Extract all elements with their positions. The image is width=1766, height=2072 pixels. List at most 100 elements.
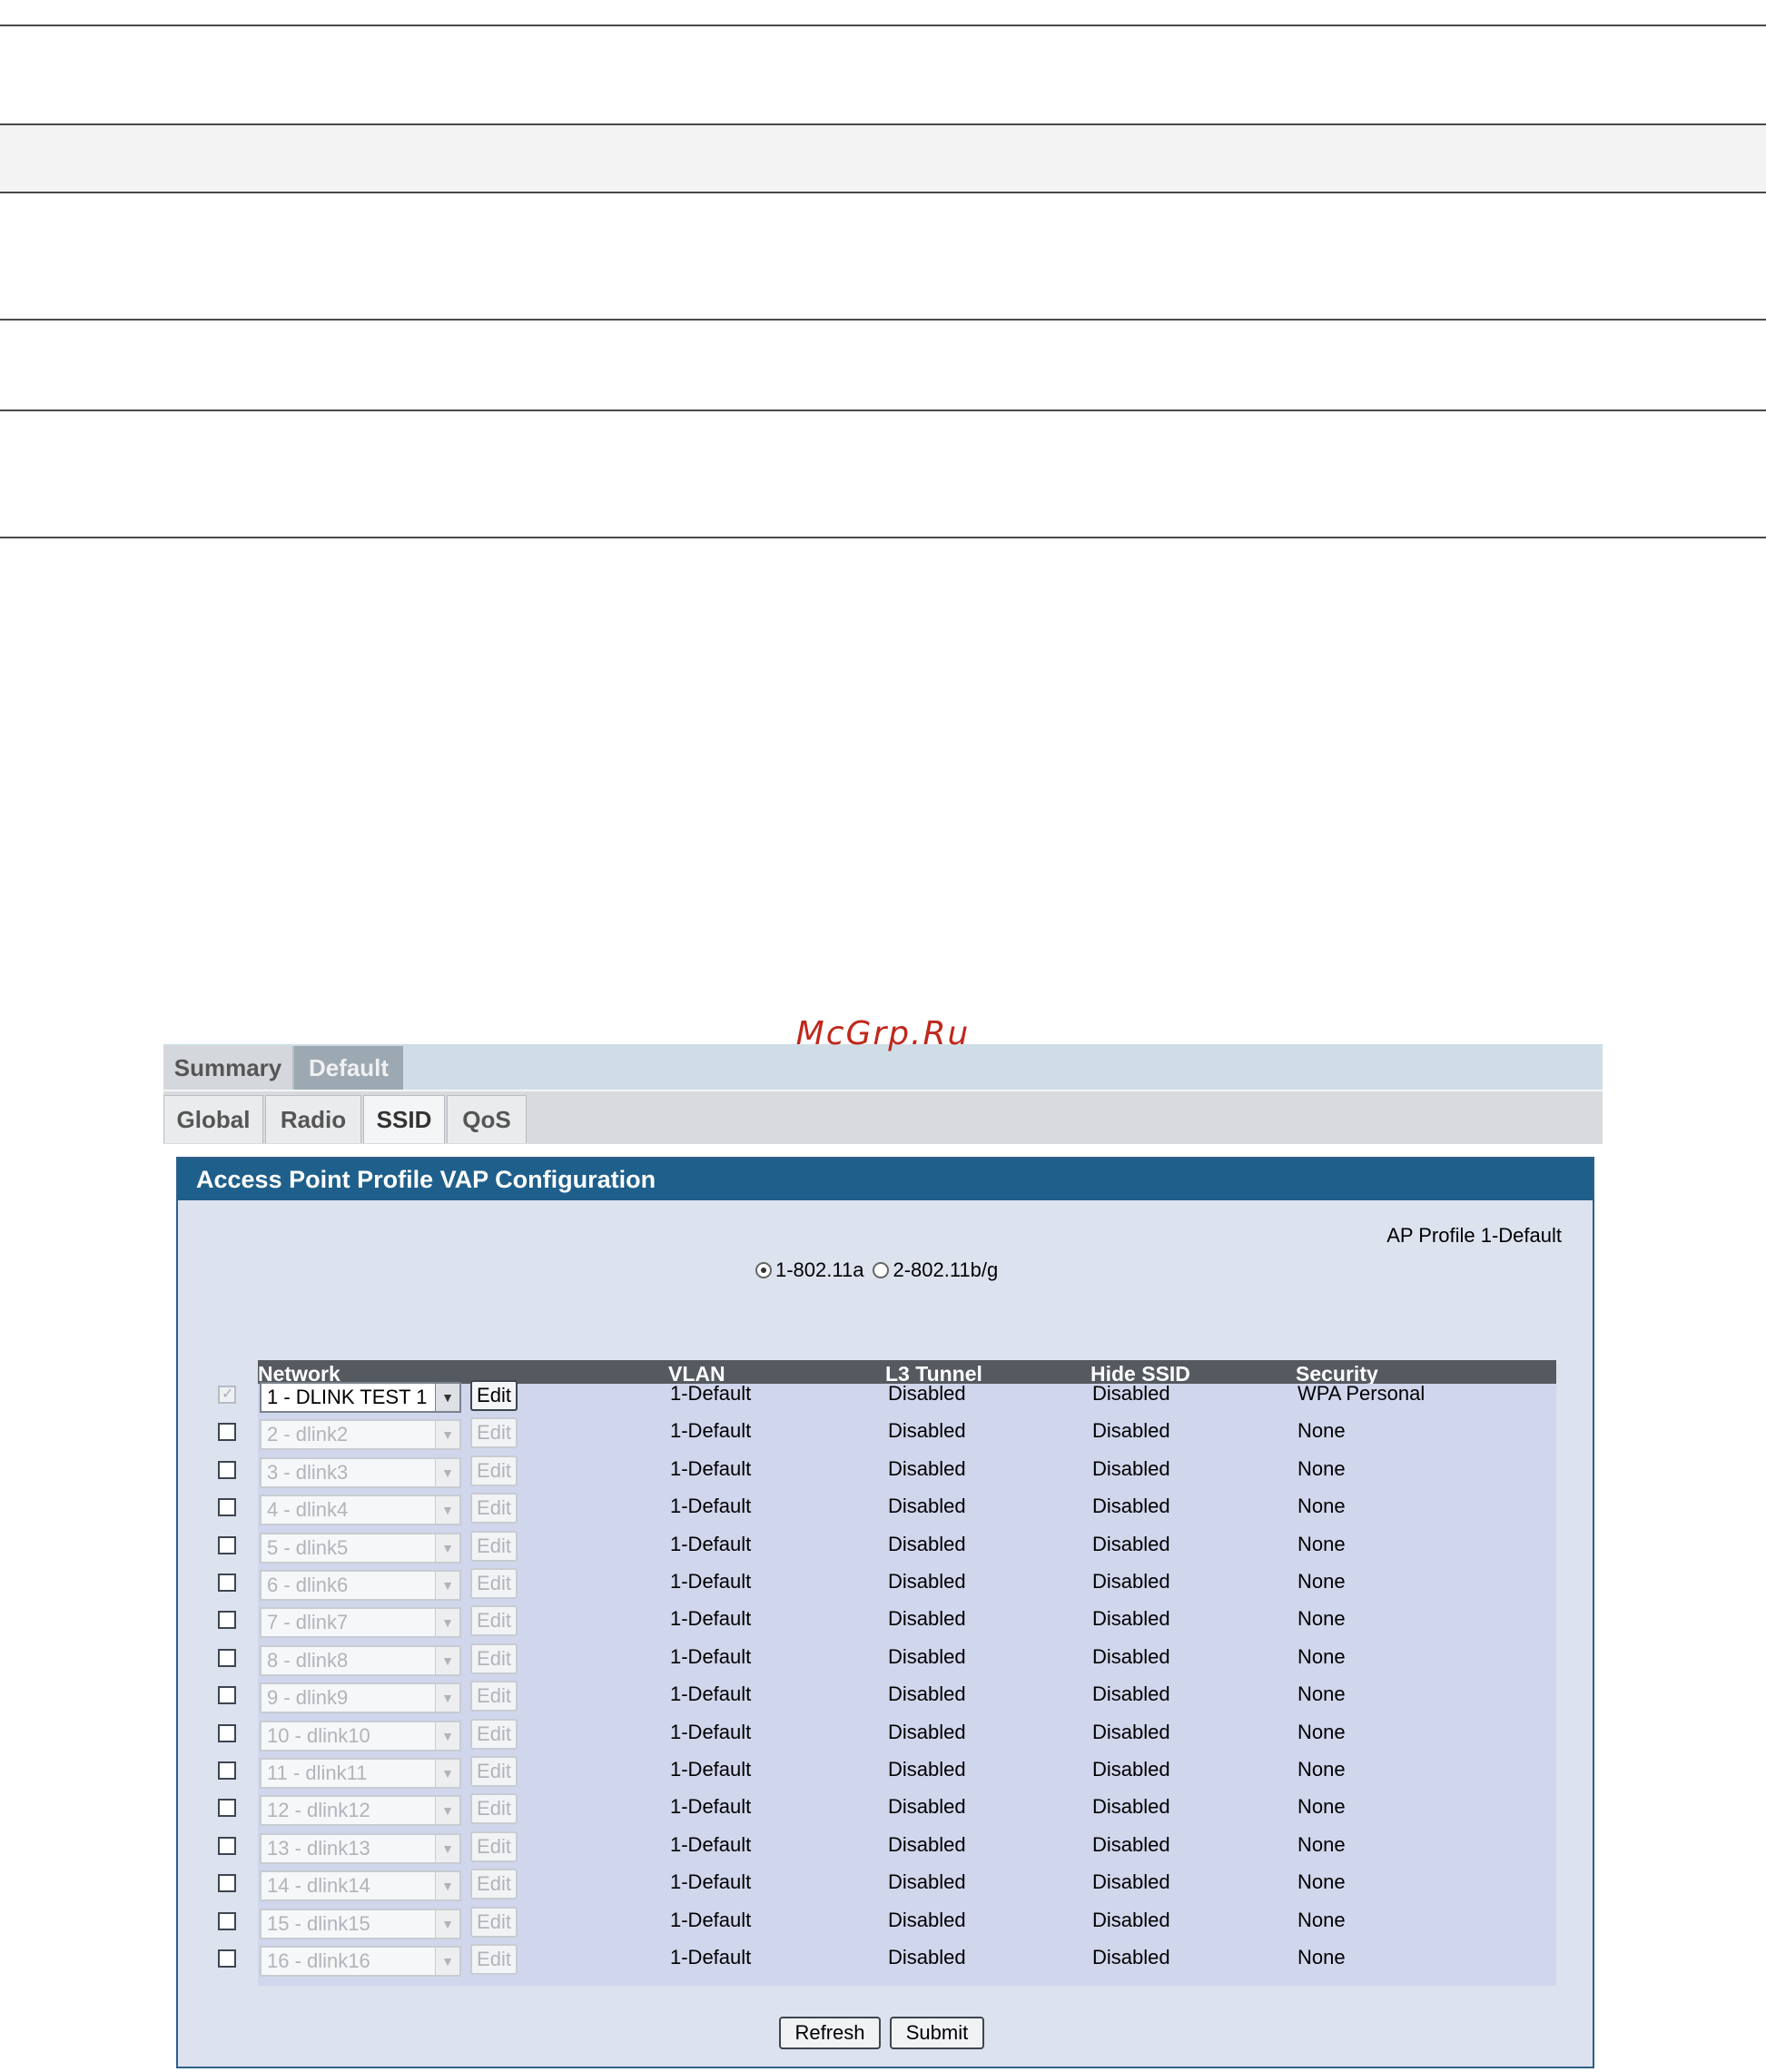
network-select[interactable]: 4 - dlink4 ▼ [260,1495,461,1526]
row-checkbox[interactable] [218,1423,236,1442]
tab-ssid[interactable]: SSID [363,1095,445,1143]
network-select[interactable]: 10 - dlink10 ▼ [260,1720,461,1751]
row-checkbox[interactable] [218,1385,236,1404]
network-select[interactable]: 9 - dlink9 ▼ [260,1682,461,1714]
chevron-down-icon[interactable]: ▼ [435,1609,459,1637]
edit-button[interactable]: Edit [470,1380,518,1411]
network-select[interactable]: 16 - dlink16 ▼ [260,1946,461,1977]
row-checkbox[interactable] [218,1799,236,1818]
vlan-cell: 1-Default [670,1570,752,1593]
chevron-down-icon[interactable]: ▼ [435,1872,459,1900]
network-select[interactable]: 11 - dlink11 ▼ [260,1758,461,1789]
row-checkbox[interactable] [218,1686,236,1705]
chevron-down-icon[interactable]: ▼ [435,1948,459,1975]
table-row: 8 - dlink8 ▼ Edit 1-Default Disabled Disabled… [218,1642,1556,1679]
tab-qos[interactable]: QoS [447,1095,527,1143]
network-select-value: 8 - dlink8 [267,1648,349,1672]
network-select-value: 9 - dlink9 [267,1686,349,1710]
row-checkbox[interactable] [218,1611,236,1630]
chevron-down-icon[interactable]: ▼ [435,1534,459,1562]
tab-summary[interactable]: Summary [163,1046,294,1090]
network-select[interactable]: 1 - DLINK TEST 1 ▼ [260,1382,461,1413]
l3-tunnel-cell: Disabled [888,1570,966,1593]
network-select[interactable]: 2 - dlink2 ▼ [260,1419,461,1451]
vlan-cell: 1-Default [670,1456,752,1480]
hide-ssid-cell: Disabled [1092,1570,1170,1593]
edit-button[interactable]: Edit [470,1718,518,1750]
row-checkbox[interactable] [218,1535,236,1554]
edit-button[interactable]: Edit [470,1493,518,1524]
hide-ssid-cell: Disabled [1092,1419,1170,1443]
vlan-cell: 1-Default [670,1419,752,1443]
chevron-down-icon[interactable]: ▼ [435,1384,459,1411]
row-checkbox[interactable] [218,1949,236,1968]
row-checkbox[interactable] [218,1874,236,1893]
hide-ssid-cell: Disabled [1092,1908,1170,1931]
edit-button[interactable]: Edit [470,1756,518,1787]
vap-table: 1 - DLINK TEST 1 ▼ Edit 1-Default Disabled Di… [218,1380,1556,1986]
radio-label-80211a[interactable]: 1-802.11a [775,1258,863,1282]
chevron-down-icon[interactable]: ▼ [435,1496,459,1524]
ap-profile-label: AP Profile 1-Default [1386,1224,1562,1247]
network-select[interactable]: 6 - dlink6 ▼ [260,1570,461,1601]
edit-button[interactable]: Edit [470,1568,518,1599]
row-checkbox[interactable] [218,1574,236,1592]
table-row: 15 - dlink15 ▼ Edit 1-Default Disabled Disabl… [218,1905,1556,1942]
edit-button[interactable]: Edit [470,1643,518,1674]
chevron-down-icon[interactable]: ▼ [435,1797,459,1825]
edit-button[interactable]: Edit [470,1417,518,1449]
chevron-down-icon[interactable]: ▼ [435,1458,459,1486]
submit-button[interactable]: Submit [890,2017,984,2049]
table-row: 7 - dlink7 ▼ Edit 1-Default Disabled Disabled… [218,1603,1556,1641]
network-select[interactable]: 14 - dlink14 ▼ [260,1870,461,1902]
chevron-down-icon[interactable]: ▼ [435,1684,459,1712]
edit-button[interactable]: Edit [470,1869,518,1900]
edit-button[interactable]: Edit [470,1830,518,1862]
chevron-down-icon[interactable]: ▼ [435,1646,459,1674]
radio-label-80211bg[interactable]: 2-802.11b/g [893,1258,998,1282]
network-select[interactable]: 5 - dlink5 ▼ [260,1532,461,1564]
edit-button[interactable]: Edit [470,1455,518,1486]
edit-button[interactable]: Edit [470,1944,518,1975]
edit-button[interactable]: Edit [470,1793,518,1825]
refresh-button[interactable]: Refresh [779,2017,881,2049]
table-row: 16 - dlink16 ▼ Edit 1-Default Disabled Disabl… [218,1942,1556,1979]
tab-global[interactable]: Global [163,1095,263,1143]
vlan-cell: 1-Default [670,1946,752,1968]
network-select[interactable]: 7 - dlink7 ▼ [260,1607,461,1639]
chevron-down-icon[interactable]: ▼ [435,1722,459,1750]
chevron-down-icon[interactable]: ▼ [435,1572,459,1599]
table-row: 13 - dlink13 ▼ Edit 1-Default Disabled Disabl… [218,1830,1556,1867]
network-select[interactable]: 12 - dlink12 ▼ [260,1795,461,1827]
edit-button[interactable]: Edit [470,1605,518,1637]
network-select[interactable]: 8 - dlink8 ▼ [260,1644,461,1676]
row-checkbox[interactable] [218,1761,236,1780]
edit-button[interactable]: Edit [470,1906,518,1938]
vap-configuration-box: Access Point Profile VAP Configuration A… [176,1157,1594,2068]
section-title: Access Point Profile VAP Configuration [178,1159,1593,1200]
security-cell: None [1297,1570,1346,1593]
row-checkbox[interactable] [218,1460,236,1479]
network-select[interactable]: 15 - dlink15 ▼ [260,1908,461,1939]
tab-radio[interactable]: Radio [265,1095,361,1143]
edit-button[interactable]: Edit [470,1681,518,1712]
chevron-down-icon[interactable]: ▼ [435,1909,459,1938]
row-checkbox[interactable] [218,1836,236,1855]
row-checkbox[interactable] [218,1911,236,1930]
l3-tunnel-cell: Disabled [888,1946,966,1968]
row-checkbox[interactable] [218,1723,236,1742]
edit-button[interactable]: Edit [470,1530,518,1562]
chevron-down-icon[interactable]: ▼ [435,1760,459,1787]
chevron-down-icon[interactable]: ▼ [435,1421,459,1449]
radio-icon[interactable] [873,1262,890,1278]
security-cell: None [1297,1495,1346,1518]
chevron-down-icon[interactable]: ▼ [435,1834,459,1862]
row-checkbox[interactable] [218,1648,236,1667]
row-checkbox[interactable] [218,1498,236,1517]
l3-tunnel-cell: Disabled [888,1532,966,1555]
network-select[interactable]: 3 - dlink3 ▼ [260,1456,461,1488]
tab-default[interactable]: Default [294,1046,403,1090]
table-row: 3 - dlink3 ▼ Edit 1-Default Disabled Disabled… [218,1454,1556,1491]
radio-icon[interactable] [755,1262,772,1278]
network-select[interactable]: 13 - dlink13 ▼ [260,1832,461,1864]
